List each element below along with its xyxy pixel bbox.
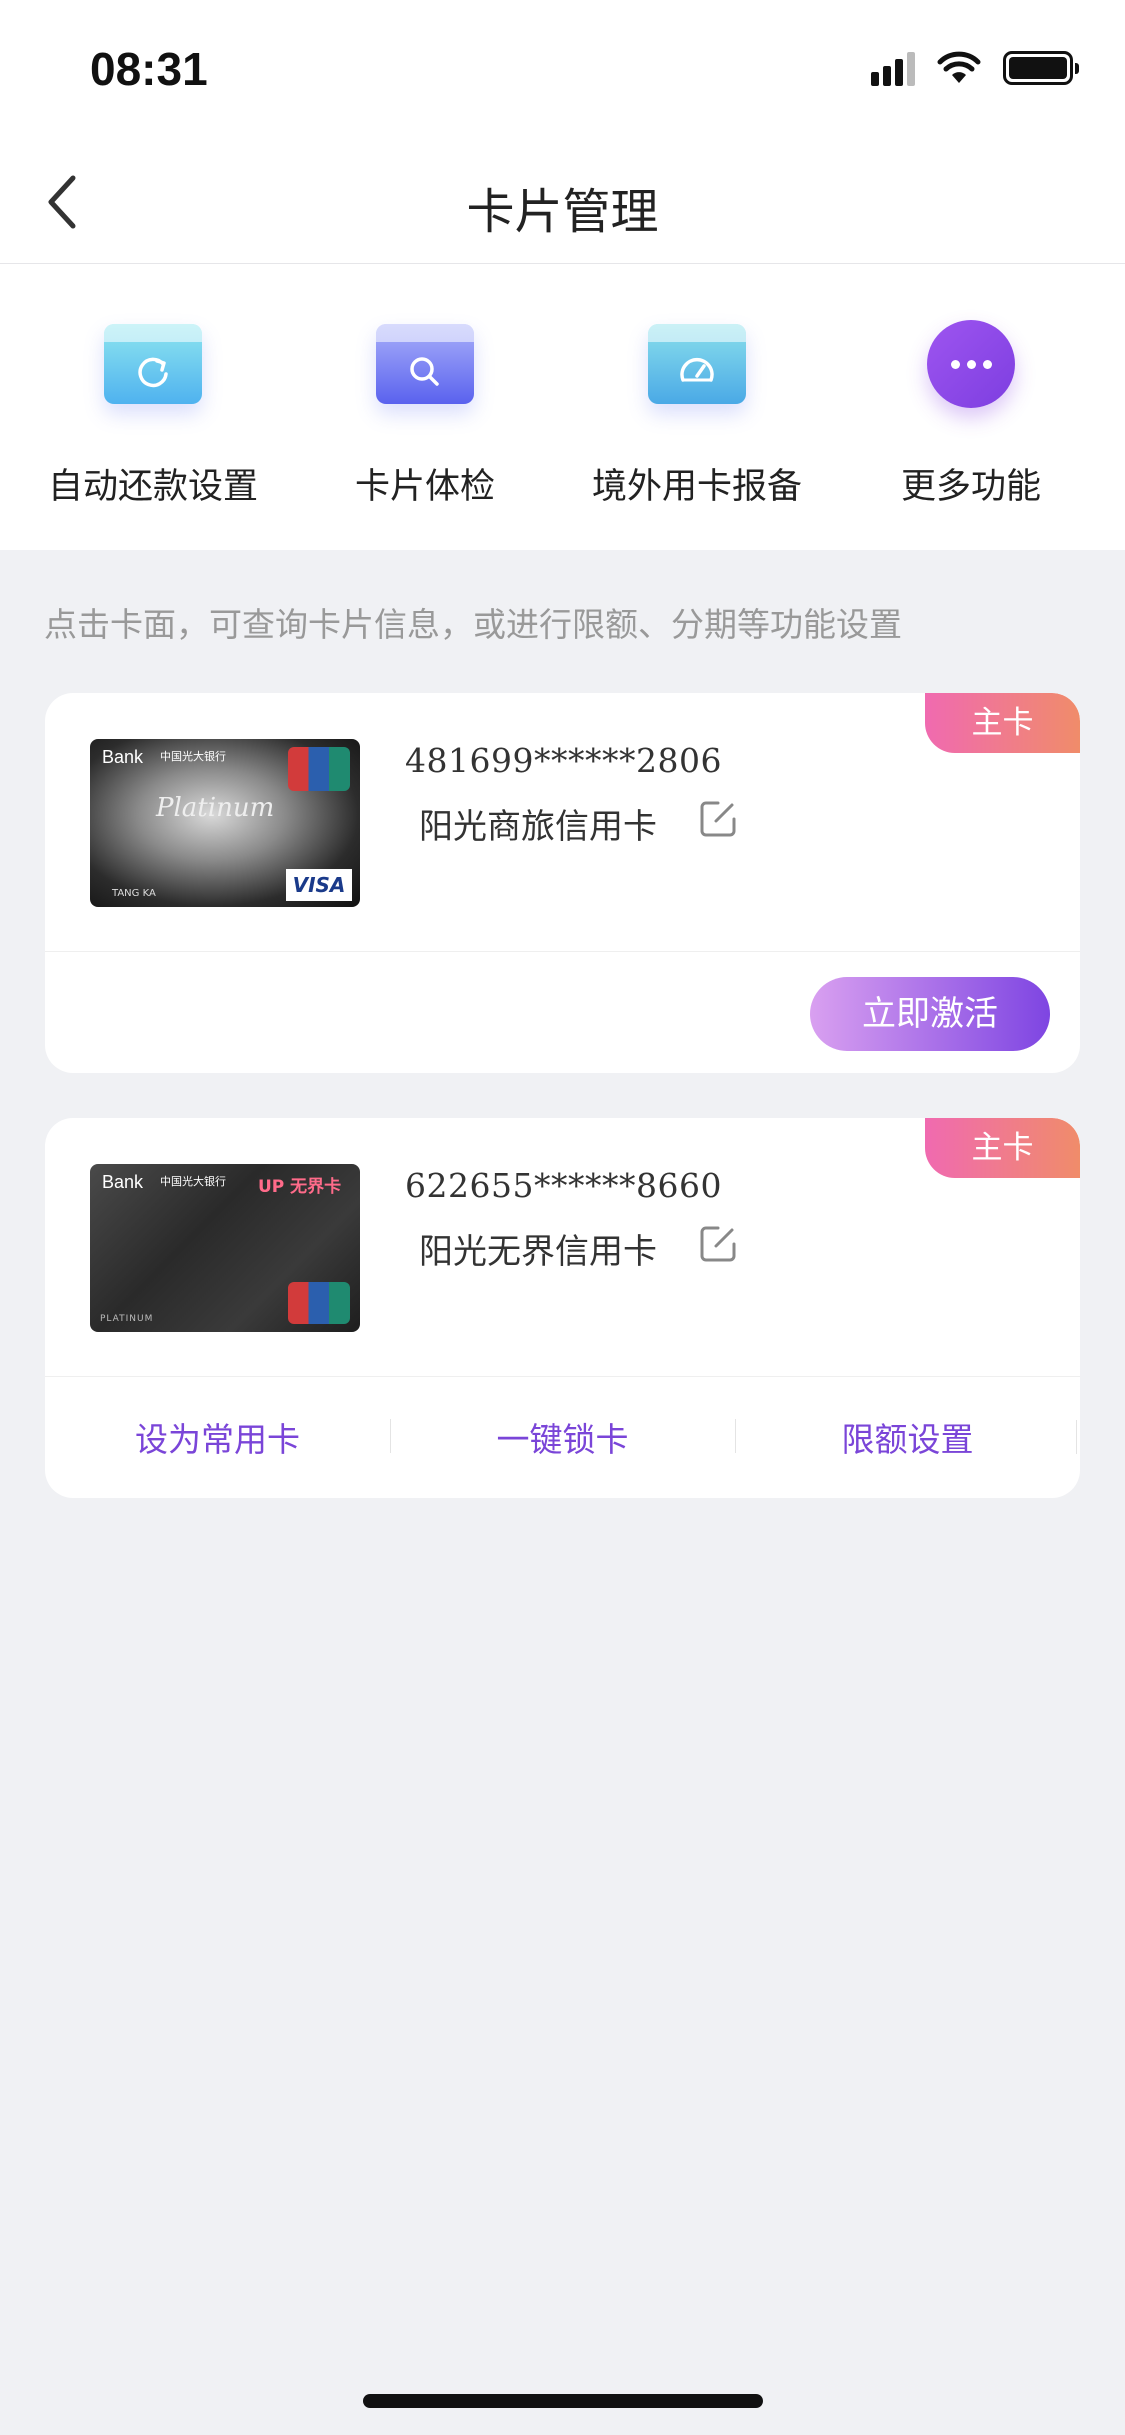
page-title: 卡片管理 [466,184,659,240]
quick-actions: 自动还款设置 卡片体检 境外用卡报备 更多功能 [0,264,1125,550]
quick-action-label: 更多功能 [900,467,1041,507]
activate-button[interactable]: 立即激活 [810,977,1050,1051]
status-bar: 08:31 [0,0,1125,140]
set-default-card-button[interactable]: 设为常用卡 [45,1413,390,1461]
quick-action-label: 卡片体检 [354,467,495,507]
more-dots-icon [927,320,1015,408]
credit-card-item[interactable]: 主卡 Bank 中国光大银行 Platinum TANG KA VISA 481… [45,693,1080,1073]
card-bank-name: 中国光大银行 [160,750,226,763]
limit-settings-button[interactable]: 限额设置 [735,1413,1080,1461]
card-series: PLATINUM [100,1314,154,1324]
edit-icon[interactable] [698,1224,738,1264]
status-time: 08:31 [90,43,208,95]
card-image[interactable]: Bank 中国光大银行 Platinum TANG KA VISA [90,739,360,907]
divider [45,951,1080,952]
main-card-badge: 主卡 [925,1118,1080,1178]
nav-bar: 卡片管理 [0,140,1125,264]
signal-icon [871,50,915,86]
visa-logo: VISA [286,869,352,901]
card-brand: UP 无界卡 [258,1177,342,1197]
quick-action-label: 自动还款设置 [47,467,258,507]
edit-icon[interactable] [698,799,738,839]
wifi-icon [937,51,981,83]
quick-action-label: 境外用卡报备 [591,467,802,507]
quick-action-more[interactable]: 更多功能 [836,320,1106,509]
hint-text: 点击卡面，可查询卡片信息，或进行限额、分期等功能设置 [44,605,902,644]
main-card-badge: 主卡 [925,693,1080,753]
card-image[interactable]: Bank 中国光大银行 UP 无界卡 PLATINUM [90,1164,360,1332]
quick-action-auto-repay[interactable]: 自动还款设置 [18,324,288,509]
card-holder: TANG KA [112,888,156,899]
status-icons [871,50,1079,86]
home-indicator[interactable] [363,2394,763,2408]
quick-action-card-check[interactable]: 卡片体检 [290,324,560,509]
credit-card-item[interactable]: 主卡 Bank 中国光大银行 UP 无界卡 PLATINUM 622655***… [45,1118,1080,1498]
gauge-card-icon [648,324,746,404]
card-bank-logo: Bank [102,1172,144,1192]
card-name: 阳光商旅信用卡 [419,807,657,847]
card-name: 阳光无界信用卡 [419,1232,657,1272]
lock-card-button[interactable]: 一键锁卡 [390,1413,735,1461]
card-series: Platinum [156,793,275,823]
card-number: 622655******8660 [405,1166,722,1205]
refresh-card-icon [104,324,202,404]
unionpay-logo [288,1282,350,1324]
battery-icon [1003,51,1079,85]
card-number: 481699******2806 [405,741,722,780]
card-actions: 设为常用卡 一键锁卡 限额设置 [45,1376,1080,1498]
search-card-icon [376,324,474,404]
divider [1076,1420,1080,1454]
card-bank-logo: Bank [102,747,144,767]
card-bank-name: 中国光大银行 [160,1175,226,1188]
quick-action-overseas-report[interactable]: 境外用卡报备 [562,324,832,509]
unionpay-logo [288,747,350,791]
